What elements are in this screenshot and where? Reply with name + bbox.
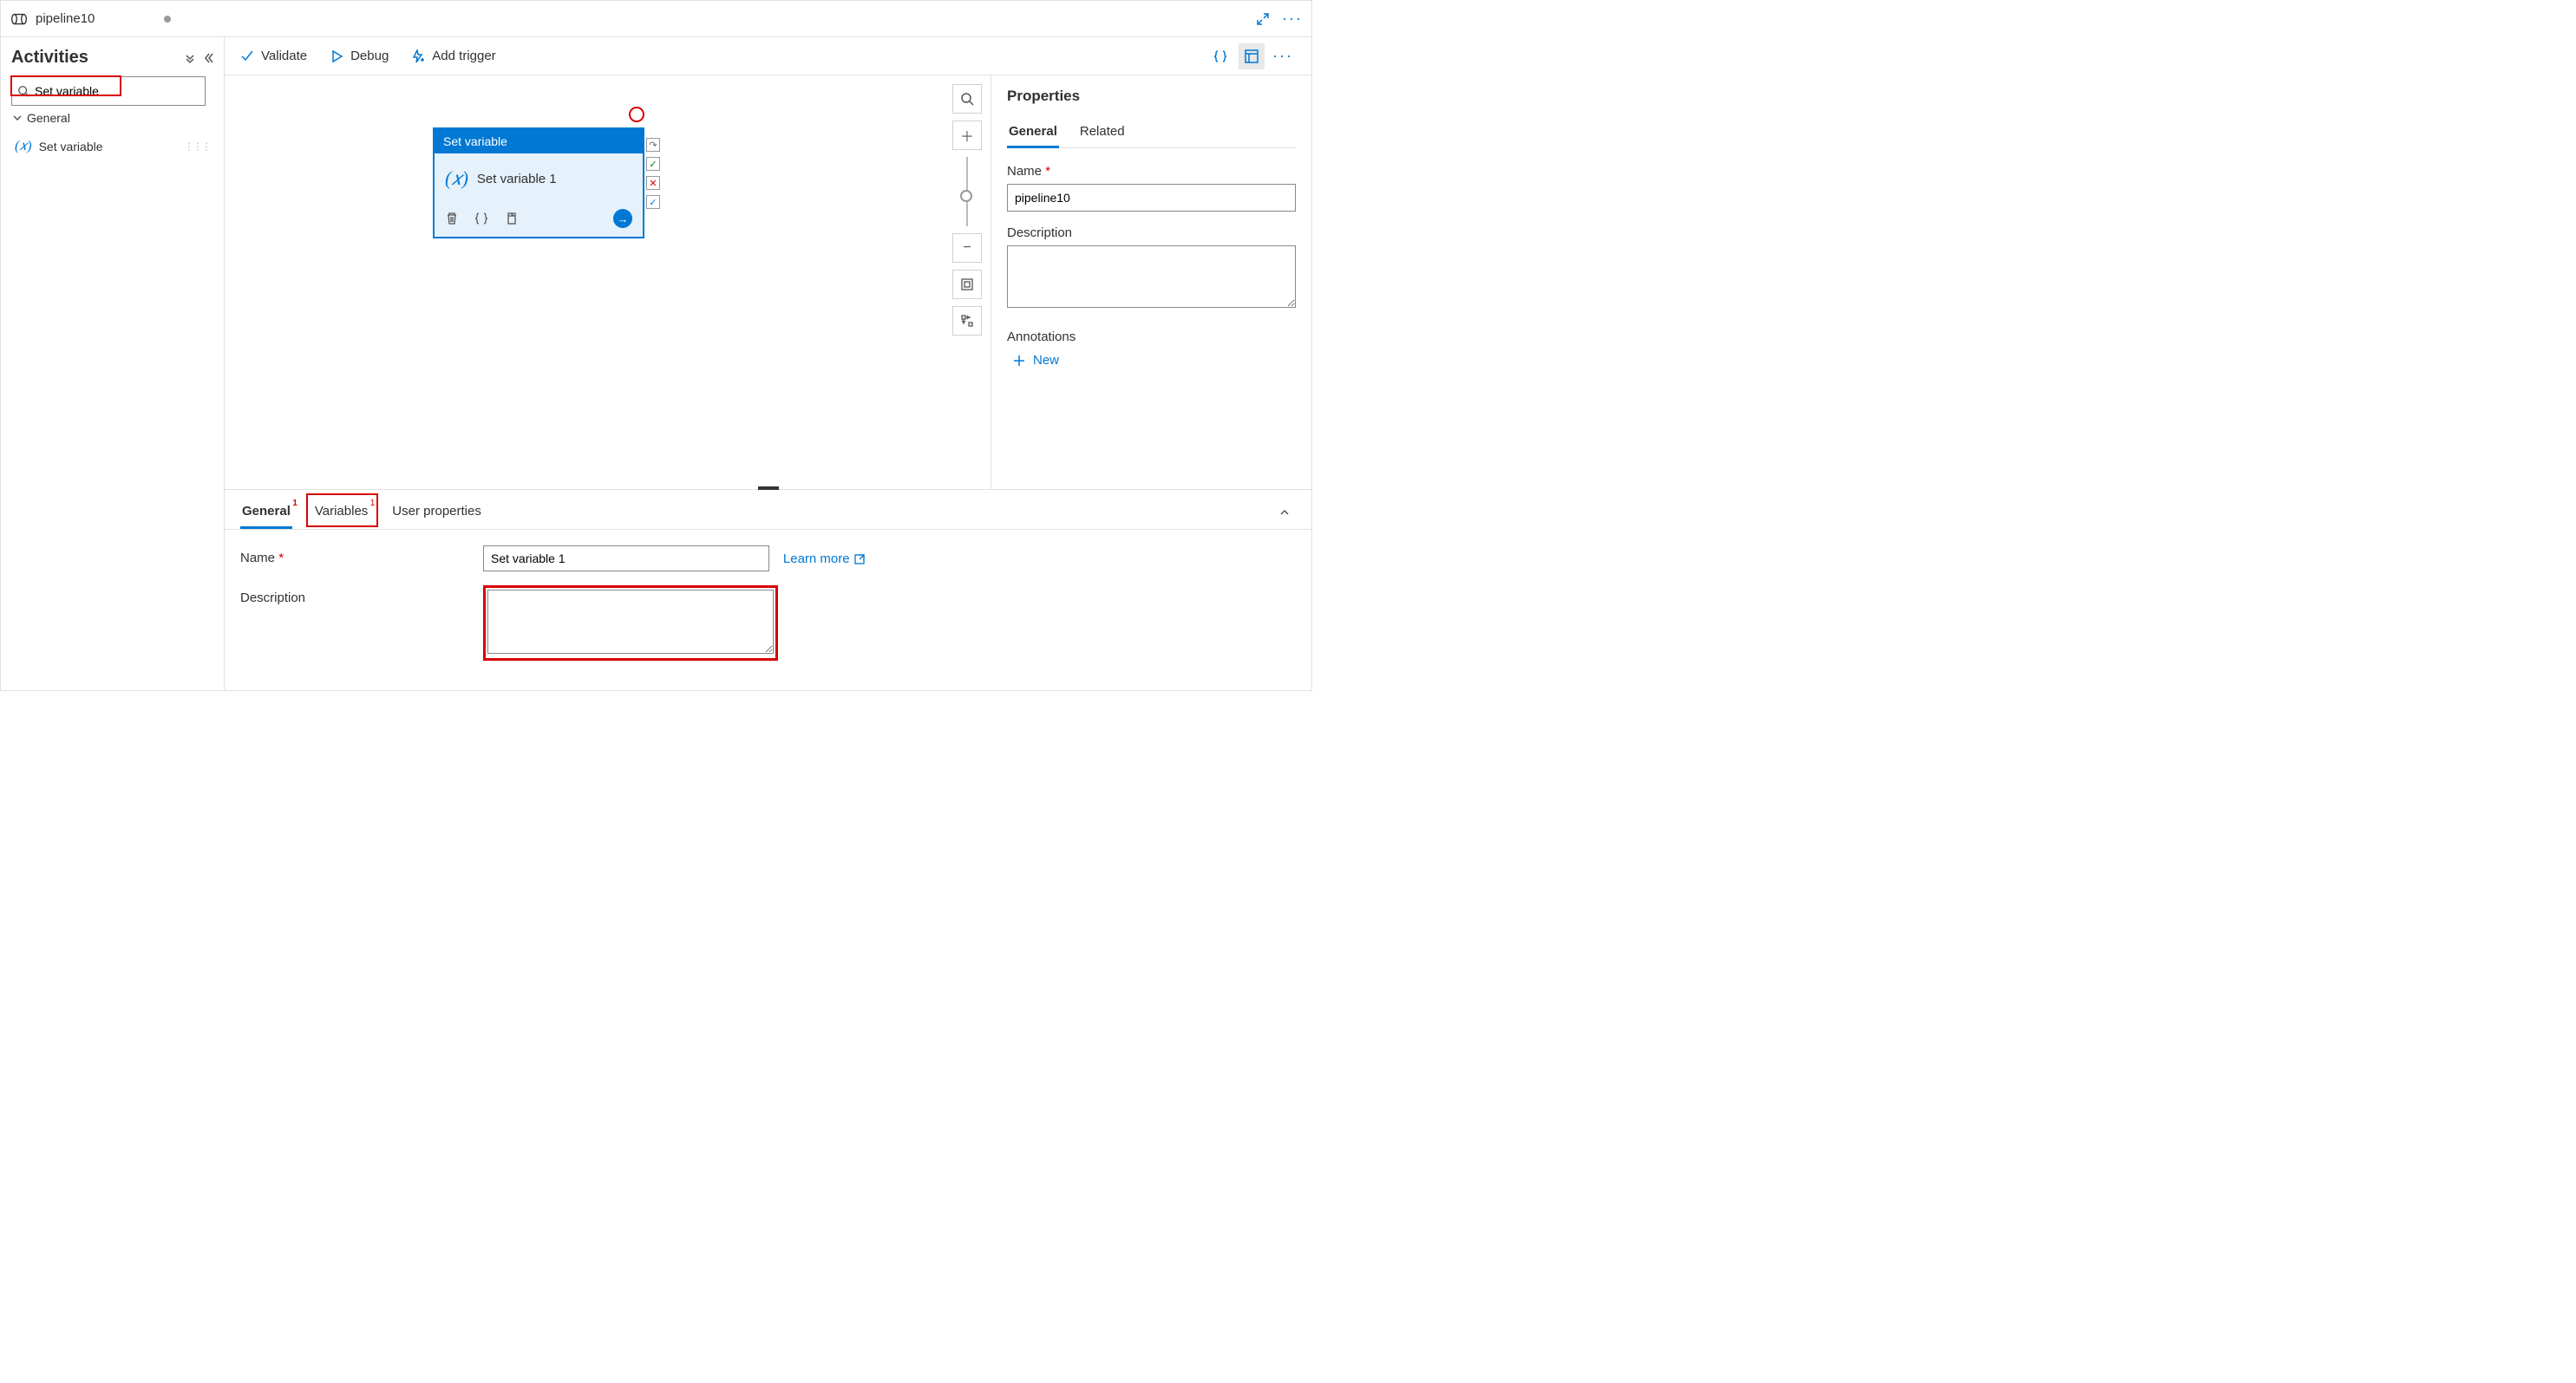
arrow-right-icon[interactable]: → <box>613 209 632 228</box>
auto-layout-button[interactable] <box>952 306 982 336</box>
zoom-out-button[interactable]: − <box>952 233 982 263</box>
add-trigger-button[interactable]: Add trigger <box>411 49 495 63</box>
pipeline-toolbar: Validate Debug Add trigger <box>225 37 1311 75</box>
port-success[interactable]: ✓ <box>646 157 660 171</box>
category-general[interactable]: General <box>11 106 213 130</box>
tab-variables[interactable]: Variables 1 <box>313 495 369 529</box>
activity-settings-panel: General 1 Variables 1 User properties <box>225 489 1311 690</box>
node-name-label: Set variable 1 <box>477 172 557 186</box>
prop-name-label: Name * <box>1007 164 1296 179</box>
name-label: Name * <box>240 545 483 565</box>
validate-button[interactable]: Validate <box>240 49 307 63</box>
check-icon <box>240 49 254 63</box>
tab-bar: pipeline10 ··· <box>1 1 1311 37</box>
activities-sidebar: Activities <box>1 37 225 690</box>
zoom-slider[interactable] <box>966 157 968 226</box>
activity-search-input[interactable] <box>17 84 199 98</box>
activity-name-input[interactable] <box>483 545 769 571</box>
collapse-left-icon[interactable] <box>201 52 213 64</box>
prop-desc-input[interactable] <box>1007 245 1296 308</box>
zoom-in-button[interactable]: ＋ <box>952 121 982 150</box>
prop-tab-general[interactable]: General <box>1007 117 1059 147</box>
code-icon[interactable] <box>474 212 488 225</box>
highlight-box <box>306 493 378 527</box>
fit-screen-button[interactable] <box>952 270 982 299</box>
collapse-down-icon[interactable] <box>184 52 196 64</box>
port-skip[interactable]: ↷ <box>646 138 660 152</box>
play-icon <box>330 49 343 63</box>
highlight-circle <box>629 107 644 122</box>
tab-title[interactable]: pipeline10 <box>36 11 95 26</box>
activity-set-variable[interactable]: (𝑥) Set variable ⋮⋮⋮ <box>11 134 213 160</box>
collapse-panel-icon[interactable] <box>1278 506 1296 519</box>
category-label: General <box>27 111 70 125</box>
tab-general[interactable]: General 1 <box>240 495 292 529</box>
node-type-label: Set variable <box>435 129 643 153</box>
prop-tab-related[interactable]: Related <box>1078 117 1127 147</box>
search-icon <box>17 85 29 97</box>
trigger-icon <box>411 49 425 63</box>
variable-icon: (𝑥) <box>15 139 32 154</box>
debug-button[interactable]: Debug <box>330 49 389 63</box>
port-fail[interactable]: ✕ <box>646 176 660 190</box>
tab-badge: 1 <box>292 499 297 508</box>
unsaved-indicator-icon <box>164 16 171 23</box>
delete-icon[interactable] <box>445 212 459 225</box>
activity-description-input[interactable] <box>487 590 774 654</box>
node-ports: ↷ ✓ ✕ ✓ <box>646 138 660 209</box>
prop-desc-label: Description <box>1007 225 1296 240</box>
canvas-tools: ＋ − <box>952 84 982 336</box>
new-annotation-button[interactable]: New <box>1007 353 1296 368</box>
activity-search-wrap <box>11 76 206 106</box>
copy-icon[interactable] <box>504 212 518 225</box>
highlight-box <box>483 585 778 661</box>
properties-title: Properties <box>1007 88 1296 105</box>
properties-panel: Properties General Related Name * Descri… <box>991 75 1311 489</box>
zoom-slider-thumb[interactable] <box>960 190 972 202</box>
settings-tabs: General 1 Variables 1 User properties <box>225 490 1311 530</box>
expand-icon[interactable] <box>1256 12 1270 26</box>
pipeline-canvas[interactable]: Set variable (𝑥) Set variable 1 <box>225 75 991 489</box>
canvas-search-button[interactable] <box>952 84 982 114</box>
toolbar-more-button[interactable]: ··· <box>1270 43 1296 69</box>
properties-toggle-button[interactable] <box>1239 43 1265 69</box>
activity-node-set-variable[interactable]: Set variable (𝑥) Set variable 1 <box>433 127 644 238</box>
activities-heading: Activities <box>11 48 184 68</box>
view-json-button[interactable] <box>1207 43 1233 69</box>
port-completion[interactable]: ✓ <box>646 195 660 209</box>
pipeline-icon <box>10 10 29 29</box>
tab-user-properties[interactable]: User properties <box>390 495 483 529</box>
annotations-heading: Annotations <box>1007 329 1296 344</box>
activity-label: Set variable <box>39 140 103 153</box>
learn-more-link[interactable]: Learn more <box>783 551 866 566</box>
description-label: Description <box>240 585 483 605</box>
plus-icon <box>1012 354 1026 368</box>
drag-grip-icon: ⋮⋮⋮ <box>184 140 210 153</box>
prop-name-input[interactable] <box>1007 184 1296 212</box>
chevron-down-icon <box>13 114 22 122</box>
variable-icon: (𝑥) <box>445 167 468 190</box>
more-icon[interactable]: ··· <box>1282 10 1303 28</box>
